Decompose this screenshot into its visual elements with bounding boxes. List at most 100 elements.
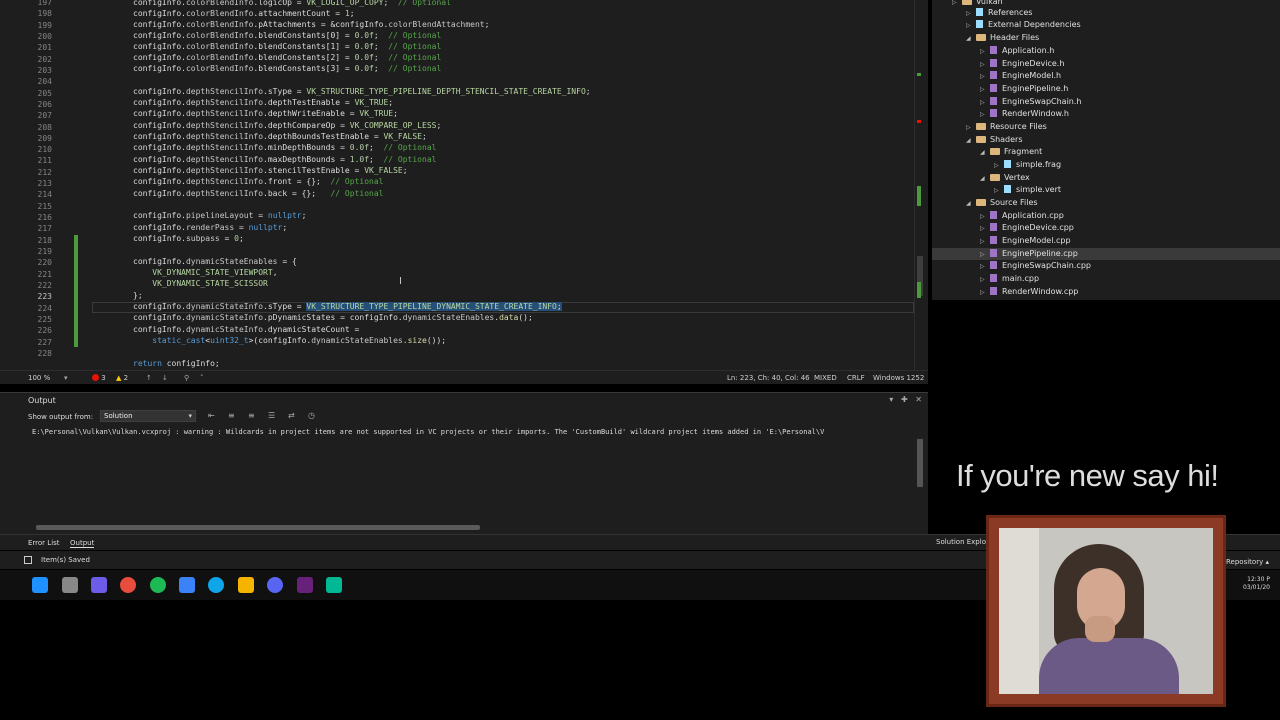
- output-horizontal-scrollbar[interactable]: [36, 525, 480, 530]
- warning-count[interactable]: ▲ 2: [116, 374, 128, 382]
- code-line[interactable]: configInfo.depthStencilInfo.back = {}; /…: [133, 188, 383, 199]
- tree-item[interactable]: ◢ Shaders: [932, 134, 1280, 146]
- tree-item[interactable]: ▷ simple.frag: [932, 159, 1280, 171]
- code-line[interactable]: configInfo.depthStencilInfo.sType = VK_S…: [133, 86, 591, 97]
- code-line[interactable]: configInfo.colorBlendInfo.blendConstants…: [133, 41, 441, 52]
- close-icon[interactable]: ✕: [915, 395, 922, 404]
- tree-item[interactable]: ◢ Source Files: [932, 197, 1280, 209]
- chevron-right-icon[interactable]: ▷: [980, 287, 990, 299]
- code-line[interactable]: return configInfo;: [133, 358, 220, 369]
- tree-item[interactable]: ▷ References: [932, 7, 1280, 19]
- tree-item[interactable]: ▷ Application.cpp: [932, 210, 1280, 222]
- code-line[interactable]: configInfo.depthStencilInfo.depthCompare…: [133, 120, 441, 131]
- line-endings[interactable]: CRLF: [847, 374, 865, 382]
- spotify-icon[interactable]: [150, 577, 166, 593]
- code-line[interactable]: configInfo.colorBlendInfo.attachmentCoun…: [133, 8, 355, 19]
- chevron-down-icon[interactable]: ◢: [966, 33, 976, 45]
- code-line[interactable]: configInfo.colorBlendInfo.blendConstants…: [133, 52, 441, 63]
- next-message-icon[interactable]: ≡: [248, 411, 255, 420]
- output-source-select[interactable]: Solution ▾: [100, 410, 196, 422]
- tree-item[interactable]: ▷ EngineDevice.h: [932, 58, 1280, 70]
- chevron-right-icon[interactable]: ▷: [980, 236, 990, 248]
- tree-item[interactable]: ▷ Resource Files: [932, 121, 1280, 133]
- code-line[interactable]: configInfo.depthStencilInfo.stencilTestE…: [133, 165, 408, 176]
- previous-message-icon[interactable]: ≡: [228, 411, 235, 420]
- code-editor[interactable]: 197 198 199 200 201 202 203 204 205 206 207 208 209 2…: [0, 0, 928, 370]
- app-icon[interactable]: [179, 577, 195, 593]
- chrome-icon[interactable]: [120, 577, 136, 593]
- code-line[interactable]: configInfo.colorBlendInfo.pAttachments =…: [133, 19, 489, 30]
- chevron-right-icon[interactable]: ▷: [966, 20, 976, 32]
- chevron-right-icon[interactable]: ▷: [994, 160, 1004, 172]
- tree-item[interactable]: ▷ EngineSwapChain.h: [932, 96, 1280, 108]
- zoom-level[interactable]: 100 %: [28, 374, 50, 382]
- error-count[interactable]: 3: [92, 374, 106, 382]
- tree-item[interactable]: ▷ EngineModel.h: [932, 70, 1280, 82]
- chevron-right-icon[interactable]: ▷: [994, 185, 1004, 197]
- code-line[interactable]: configInfo.depthStencilInfo.depthTestEna…: [133, 97, 393, 108]
- clock[interactable]: 12:30 P 03/01/20: [1243, 576, 1270, 592]
- chevron-right-icon[interactable]: ▷: [980, 261, 990, 273]
- tab-solution-explorer[interactable]: Solution Explo: [936, 538, 986, 546]
- code-line[interactable]: configInfo.colorBlendInfo.blendConstants…: [133, 30, 441, 41]
- output-scrollbar[interactable]: [917, 439, 923, 487]
- tree-item[interactable]: ▷ RenderWindow.cpp: [932, 286, 1280, 298]
- clock-icon[interactable]: ◷: [308, 411, 315, 420]
- tree-item[interactable]: ▷ simple.vert: [932, 184, 1280, 196]
- code-line[interactable]: configInfo.dynamicStateInfo.pDynamicStat…: [133, 312, 533, 323]
- code-line[interactable]: configInfo.depthStencilInfo.minDepthBoun…: [133, 142, 436, 153]
- chevron-right-icon[interactable]: ▷: [980, 46, 990, 58]
- code-line[interactable]: configInfo.dynamicStateInfo.dynamicState…: [133, 324, 359, 335]
- chevron-right-icon[interactable]: ▷: [980, 223, 990, 235]
- code-line[interactable]: configInfo.depthStencilInfo.depthBoundsT…: [133, 131, 427, 142]
- code-line[interactable]: VK_DYNAMIC_STATE_SCISSOR: [133, 278, 268, 289]
- visual-studio-icon[interactable]: [297, 577, 313, 593]
- code-line[interactable]: configInfo.depthStencilInfo.front = {}; …: [133, 176, 383, 187]
- down-arrow-icon[interactable]: ↓: [162, 374, 168, 382]
- discord-icon[interactable]: [267, 577, 283, 593]
- whitespace-mode[interactable]: MIXED: [814, 374, 837, 382]
- tab-output[interactable]: Output: [70, 539, 95, 548]
- encoding[interactable]: Windows 1252: [873, 374, 924, 382]
- audio-app-icon[interactable]: [91, 577, 107, 593]
- chevron-up-icon[interactable]: ˄: [200, 374, 204, 382]
- tree-item[interactable]: ▷ main.cpp: [932, 273, 1280, 285]
- repository-button[interactable]: Repository ▴: [1226, 558, 1269, 566]
- chevron-right-icon[interactable]: ▷: [980, 109, 990, 121]
- chevron-down-icon[interactable]: ▾: [889, 395, 893, 404]
- pin-icon[interactable]: ✚: [901, 395, 908, 404]
- tree-item[interactable]: ▷ EngineSwapChain.cpp: [932, 260, 1280, 272]
- tree-item[interactable]: ▷ EnginePipeline.cpp: [932, 248, 1280, 260]
- code-line[interactable]: configInfo.depthStencilInfo.depthWriteEn…: [133, 108, 398, 119]
- windows-start-icon[interactable]: [32, 577, 48, 593]
- code-line[interactable]: configInfo.renderPass = nullptr;: [133, 222, 287, 233]
- chevron-right-icon[interactable]: ▷: [966, 122, 976, 134]
- code-line[interactable]: configInfo.colorBlendInfo.logicOp = VK_L…: [133, 0, 451, 8]
- code-line[interactable]: configInfo.subpass = 0;: [133, 233, 244, 244]
- folder-icon[interactable]: [238, 577, 254, 593]
- file-icon[interactable]: [62, 577, 78, 593]
- tab-error-list[interactable]: Error List: [28, 539, 60, 547]
- editor-scrollbar[interactable]: [914, 0, 928, 370]
- word-wrap-icon[interactable]: ⇄: [288, 411, 295, 420]
- chevron-right-icon[interactable]: ▷: [980, 274, 990, 286]
- find-icon[interactable]: ⇤: [208, 411, 215, 420]
- edge-icon[interactable]: [208, 577, 224, 593]
- tree-item[interactable]: ▷ EnginePipeline.h: [932, 83, 1280, 95]
- chevron-right-icon[interactable]: ▷: [980, 71, 990, 83]
- code-line[interactable]: };: [133, 290, 143, 301]
- tree-item[interactable]: ▷ EngineModel.cpp: [932, 235, 1280, 247]
- tree-item[interactable]: ▷ Application.h: [932, 45, 1280, 57]
- tree-item[interactable]: ◢ Fragment: [932, 146, 1280, 158]
- tree-item[interactable]: ◢ Vertex: [932, 172, 1280, 184]
- code-line[interactable]: configInfo.dynamicStateEnables = {: [133, 256, 297, 267]
- brush-icon[interactable]: ⚲: [184, 374, 189, 382]
- up-arrow-icon[interactable]: ↑: [146, 374, 152, 382]
- code-line[interactable]: static_cast<uint32_t>(configInfo.dynamic…: [133, 335, 446, 346]
- solution-explorer[interactable]: ▷ Vulkan ▷ References ▷ External Dependencies…: [932, 0, 1280, 300]
- code-line[interactable]: configInfo.pipelineLayout = nullptr;: [133, 210, 306, 221]
- code-line[interactable]: configInfo.colorBlendInfo.blendConstants…: [133, 63, 441, 74]
- tree-item[interactable]: ▷ RenderWindow.h: [932, 108, 1280, 120]
- chevron-down-icon[interactable]: ▾: [64, 374, 68, 382]
- chevron-down-icon[interactable]: ◢: [980, 147, 990, 159]
